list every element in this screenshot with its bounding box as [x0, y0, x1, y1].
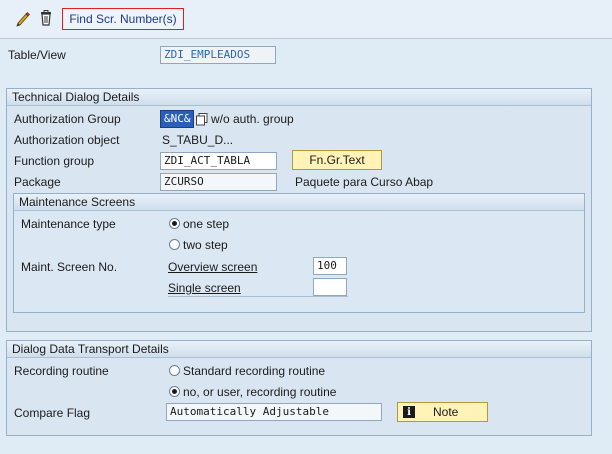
- maint-screen-no-label: Maint. Screen No.: [21, 260, 118, 274]
- trash-icon[interactable]: [37, 9, 55, 27]
- no-user-recording-radio[interactable]: [169, 386, 180, 397]
- pencil-icon[interactable]: [14, 10, 32, 28]
- table-view-field: ZDI_EMPLEADOS: [160, 46, 276, 64]
- package-field: ZCURSO: [160, 173, 277, 191]
- single-screen-input[interactable]: [313, 278, 347, 296]
- info-icon: i: [403, 406, 415, 418]
- package-label: Package: [14, 175, 61, 189]
- table-view-label: Table/View: [8, 48, 66, 62]
- maintenance-type-label: Maintenance type: [21, 217, 116, 231]
- authorization-object-label: Authorization object: [14, 133, 120, 147]
- overview-screen-label: Overview screen: [168, 260, 258, 274]
- function-group-label: Function group: [14, 154, 95, 168]
- maintenance-screens-title: Maintenance Screens: [14, 194, 584, 211]
- fn-gr-text-button[interactable]: Fn.Gr.Text: [292, 150, 382, 170]
- radio-selected-dot: [172, 221, 177, 226]
- single-screen-label: Single screen: [168, 281, 241, 295]
- standard-recording-label: Standard recording routine: [183, 364, 326, 378]
- authorization-group-input[interactable]: &NC&: [160, 110, 194, 128]
- package-description: Paquete para Curso Abap: [295, 175, 434, 189]
- find-screen-numbers-button[interactable]: Find Scr. Number(s): [62, 8, 184, 30]
- no-user-recording-label: no, or user, recording routine: [183, 385, 337, 399]
- dialog-data-transport-title: Dialog Data Transport Details: [7, 341, 591, 358]
- compare-flag-field: Automatically Adjustable: [166, 403, 382, 421]
- one-step-label: one step: [183, 217, 230, 231]
- radio-selected-dot: [172, 389, 177, 394]
- compare-flag-label: Compare Flag: [14, 406, 91, 420]
- maintenance-screens-group: Maintenance Screens: [13, 193, 585, 313]
- note-button[interactable]: i Note: [397, 402, 488, 422]
- authorization-object-value: S_TABU_D...: [162, 133, 234, 147]
- authorization-group-label: Authorization Group: [14, 112, 121, 126]
- technical-dialog-details-title: Technical Dialog Details: [7, 89, 591, 106]
- single-screen-separator: [168, 296, 348, 297]
- search-help-icon[interactable]: [195, 111, 209, 127]
- recording-routine-label: Recording routine: [14, 364, 109, 378]
- two-step-label: two step: [183, 238, 228, 252]
- standard-recording-radio[interactable]: [169, 365, 180, 376]
- two-step-radio[interactable]: [169, 239, 180, 250]
- authorization-group-description: w/o auth. group: [211, 112, 294, 126]
- overview-screen-input[interactable]: 100: [313, 257, 347, 275]
- one-step-radio[interactable]: [169, 218, 180, 229]
- note-button-label: Note: [433, 405, 459, 419]
- function-group-input[interactable]: ZDI_ACT_TABLA: [160, 152, 277, 170]
